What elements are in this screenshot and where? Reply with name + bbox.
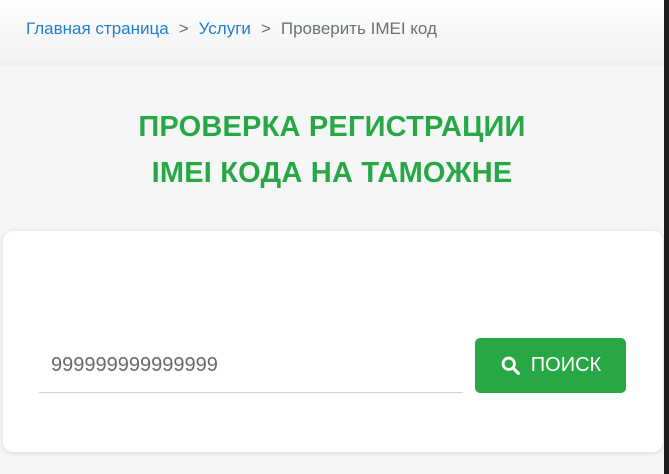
- search-button-label: ПОИСК: [530, 354, 602, 376]
- page-title-line-2: IMEI КОДА НА ТАМОЖНЕ: [151, 157, 513, 189]
- breadcrumb-current: Проверить IMEI код: [280, 19, 437, 38]
- window-edge: [664, 0, 669, 474]
- breadcrumb-home-link[interactable]: Главная страница: [26, 19, 169, 39]
- breadcrumb-bar: Главная страница > Услуги > Проверить IM…: [0, 0, 664, 63]
- breadcrumb-separator: >: [178, 19, 189, 38]
- breadcrumb-separator: >: [260, 19, 271, 38]
- search-icon: [501, 356, 520, 375]
- breadcrumb-services-link[interactable]: Услуги: [199, 19, 251, 39]
- page-title: ПРОВЕРКА РЕГИСТРАЦИИ IMEI КОДА НА ТАМОЖН…: [0, 104, 664, 196]
- page: Главная страница > Услуги > Проверить IM…: [0, 0, 669, 474]
- breadcrumb: Главная страница > Услуги > Проверить IM…: [26, 19, 437, 39]
- search-button[interactable]: ПОИСК: [475, 338, 626, 393]
- page-title-line-1: ПРОВЕРКА РЕГИСТРАЦИИ: [138, 111, 526, 143]
- imei-input[interactable]: [39, 339, 463, 393]
- search-card: ПОИСК: [3, 231, 663, 452]
